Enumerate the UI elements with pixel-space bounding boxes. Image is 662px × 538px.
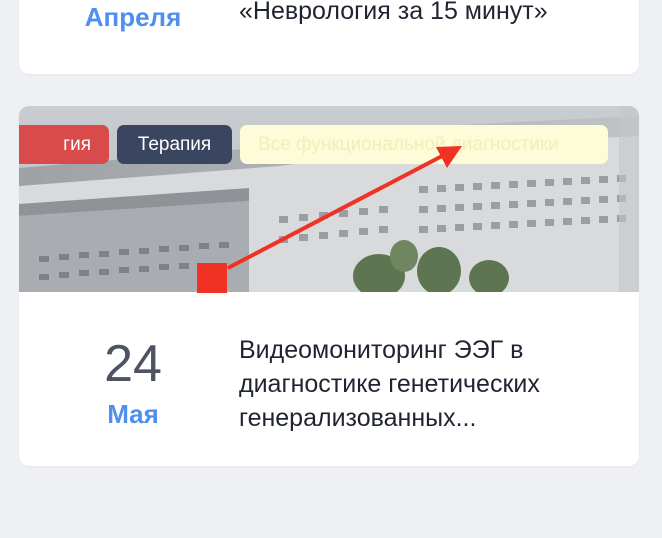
event-title-line: генерализованных... [239, 404, 477, 432]
event-day: 24 [104, 335, 162, 393]
event-title-line: диагностике генетических [239, 370, 540, 398]
event-card-previous[interactable]: Апреля «Неврология за 15 минут» [19, 0, 639, 74]
tag-category-functional-diagnostics[interactable]: Все функциональной диагностики [240, 125, 608, 164]
tag-category-therapy[interactable]: Терапия [117, 125, 232, 164]
event-month: Апреля [84, 2, 182, 32]
event-title[interactable]: Видеомониторинг ЭЭГ в диагностике генети… [239, 333, 609, 435]
tag-category-neurology[interactable]: гия [19, 125, 109, 164]
event-title-line: Видеомониторинг ЭЭГ в [239, 336, 524, 364]
event-month: Мая [107, 399, 159, 429]
event-title[interactable]: «Неврология за 15 минут» [239, 0, 609, 28]
event-card[interactable]: гия Терапия Все функциональной диагности… [19, 106, 639, 466]
